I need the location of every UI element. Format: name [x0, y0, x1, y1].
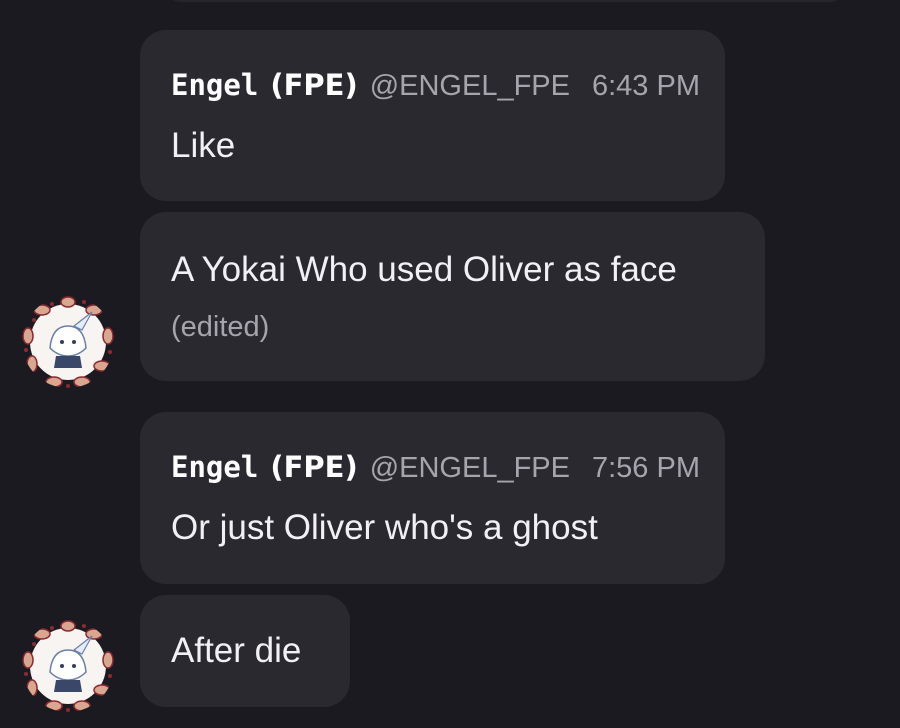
message-bubble[interactable]: A Yokai Who used Oliver as face (edited): [140, 212, 765, 381]
previous-message-bubble: [160, 0, 850, 2]
message-text: Or just Oliver who's a ghost: [171, 508, 598, 547]
author-name[interactable]: Engel: [171, 68, 258, 102]
author-tag[interactable]: (FPE): [270, 68, 357, 102]
message-header: Engel (FPE) @ENGEL_FPE 7:56 PM: [171, 450, 700, 485]
avatar[interactable]: [22, 296, 114, 388]
author-handle[interactable]: @ENGEL_FPE: [370, 70, 570, 103]
message-timestamp: 6:43 PM: [591, 70, 700, 102]
author-name[interactable]: Engel: [171, 450, 258, 484]
chibi-character-avatar-icon: [22, 296, 114, 388]
message-bubble[interactable]: Engel (FPE) @ENGEL_FPE 7:56 PM Or just O…: [140, 412, 725, 584]
edited-indicator: (edited): [171, 311, 270, 343]
message-text: A Yokai Who used Oliver as face: [171, 250, 677, 289]
message-timestamp: 7:56 PM: [591, 452, 700, 484]
message-header: Engel (FPE) @ENGEL_FPE 6:43 PM: [171, 68, 700, 103]
message-bubble[interactable]: Engel (FPE) @ENGEL_FPE 6:43 PM Like: [140, 30, 725, 201]
message-bubble[interactable]: After die: [140, 595, 350, 707]
author-handle[interactable]: @ENGEL_FPE: [370, 452, 570, 485]
message-text: Like: [171, 126, 236, 165]
chibi-character-avatar-icon: [22, 620, 114, 712]
avatar[interactable]: [22, 620, 114, 712]
author-tag[interactable]: (FPE): [270, 450, 357, 484]
message-text: After die: [171, 631, 302, 670]
